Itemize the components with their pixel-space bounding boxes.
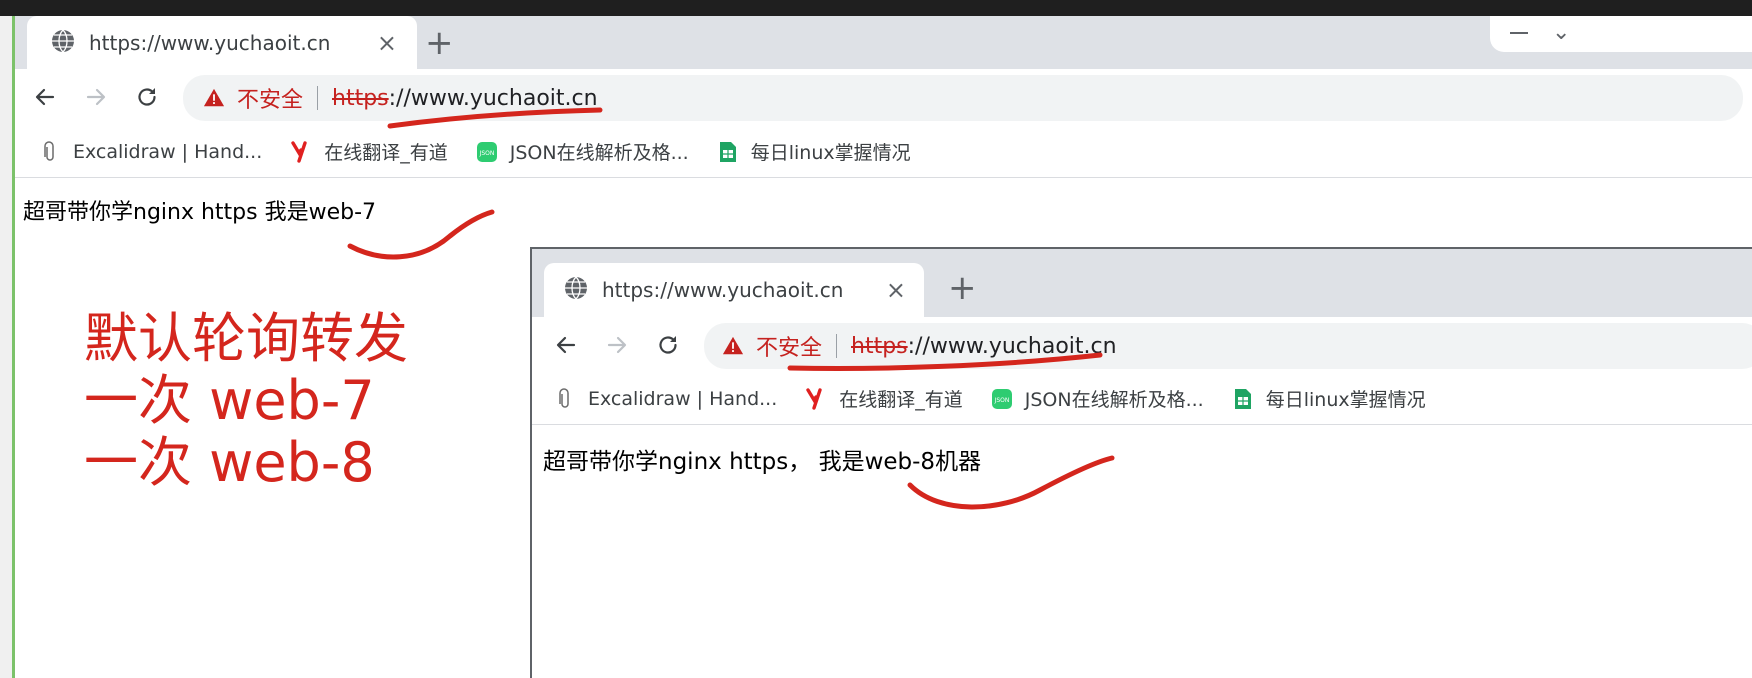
- forward-button[interactable]: [597, 325, 637, 365]
- url-scheme: https: [851, 333, 908, 359]
- reload-icon: [138, 88, 156, 106]
- back-button[interactable]: [25, 77, 65, 117]
- forward-arrow-icon: [607, 336, 627, 354]
- bookmark-label: 在线翻译_有道: [839, 389, 963, 411]
- bookmark-label: JSON在线解析及格...: [1024, 389, 1204, 411]
- globe-icon: [51, 29, 75, 57]
- new-tab-button[interactable]: +: [948, 271, 977, 305]
- globe-icon: [564, 276, 588, 304]
- tab-title: https://www.yuchaoit.cn: [602, 278, 844, 302]
- close-icon[interactable]: ×: [886, 278, 906, 302]
- tab-strip: https://www.yuchaoit.cn × +: [532, 249, 1752, 317]
- close-icon[interactable]: ×: [377, 31, 397, 55]
- bookmark-label: 在线翻译_有道: [324, 142, 448, 164]
- omnibox-separator: [836, 334, 838, 358]
- annotation-line: 一次 web-7: [84, 369, 375, 432]
- bookmark-label: Excalidraw | Hand...: [73, 140, 263, 163]
- url-host: ://www.yuchaoit.cn: [907, 333, 1117, 359]
- tab-active[interactable]: https://www.yuchaoit.cn ×: [27, 16, 417, 69]
- bookmark-excalidraw[interactable]: Excalidraw | Hand...: [554, 388, 777, 410]
- annotation-line: 一次 web-8: [84, 431, 375, 494]
- warning-icon: [722, 336, 744, 355]
- reload-button[interactable]: [127, 77, 167, 117]
- paperclip-icon: [554, 387, 576, 410]
- bookmark-excalidraw[interactable]: Excalidraw | Hand...: [39, 141, 262, 163]
- bookmark-linux-sheet[interactable]: 每日linux掌握情况: [717, 138, 911, 165]
- browser-toolbar: 不安全 https://www.yuchaoit.cn: [15, 69, 1752, 126]
- minimize-icon[interactable]: [1510, 32, 1528, 34]
- json-icon: JSON: [476, 141, 498, 163]
- bookmark-label: 每日linux掌握情况: [1265, 389, 1426, 411]
- back-arrow-icon: [35, 88, 55, 106]
- sheets-icon: [717, 141, 739, 163]
- bookmark-youdao[interactable]: 在线翻译_有道: [290, 138, 448, 165]
- browser-window-front: https://www.yuchaoit.cn × + 不安全 https://…: [530, 247, 1752, 678]
- window-controls: ⌄: [1490, 16, 1752, 52]
- url-text[interactable]: https://www.yuchaoit.cn: [332, 86, 598, 111]
- youdao-icon: [805, 387, 827, 410]
- not-secure-label[interactable]: 不安全: [756, 330, 822, 362]
- youdao-icon: [290, 140, 312, 163]
- screenshot-stage: https://www.yuchaoit.cn × + ⌄ 不安全 https:…: [0, 0, 1752, 678]
- annotation-text: 默认轮询转发 一次 web-7 一次 web-8: [84, 308, 408, 494]
- bookmarks-bar: Excalidraw | Hand... 在线翻译_有道 JSON JSON在线…: [532, 373, 1752, 425]
- svg-text:JSON: JSON: [993, 397, 1009, 404]
- back-button[interactable]: [546, 325, 586, 365]
- back-arrow-icon: [556, 336, 576, 354]
- bookmark-json[interactable]: JSON JSON在线解析及格...: [476, 138, 689, 165]
- url-scheme: https: [332, 85, 389, 111]
- forward-arrow-icon: [86, 88, 106, 106]
- annotation-line: 默认轮询转发: [84, 307, 408, 370]
- not-secure-label[interactable]: 不安全: [237, 82, 303, 114]
- address-bar[interactable]: 不安全 https://www.yuchaoit.cn: [183, 75, 1743, 121]
- tab-strip: https://www.yuchaoit.cn × + ⌄: [15, 16, 1752, 69]
- json-icon: JSON: [991, 388, 1013, 410]
- bookmark-label: Excalidraw | Hand...: [588, 387, 778, 410]
- url-text[interactable]: https://www.yuchaoit.cn: [851, 334, 1117, 359]
- paperclip-icon: [39, 140, 61, 163]
- svg-text:JSON: JSON: [478, 150, 494, 157]
- browser-toolbar: 不安全 https://www.yuchaoit.cn: [532, 317, 1752, 373]
- bookmark-label: 每日linux掌握情况: [750, 142, 911, 164]
- reload-icon: [659, 336, 677, 354]
- tab-active[interactable]: https://www.yuchaoit.cn ×: [544, 263, 924, 317]
- os-top-bar: [0, 0, 1752, 16]
- new-tab-button[interactable]: +: [425, 26, 454, 60]
- page-content-text: 超哥带你学nginx https 我是web-7: [23, 200, 377, 225]
- omnibox-separator: [317, 86, 319, 110]
- page-content-text: 超哥带你学nginx https， 我是web-8机器: [543, 449, 982, 475]
- bookmark-youdao[interactable]: 在线翻译_有道: [805, 385, 963, 412]
- bookmark-json[interactable]: JSON JSON在线解析及格...: [991, 385, 1204, 412]
- address-bar[interactable]: 不安全 https://www.yuchaoit.cn: [704, 323, 1752, 369]
- reload-button[interactable]: [648, 325, 688, 365]
- url-host: ://www.yuchaoit.cn: [388, 85, 598, 111]
- chevron-down-icon[interactable]: ⌄: [1552, 22, 1570, 44]
- tab-title: https://www.yuchaoit.cn: [89, 30, 331, 55]
- warning-icon: [203, 88, 225, 107]
- forward-button[interactable]: [76, 77, 116, 117]
- bookmarks-bar: Excalidraw | Hand... 在线翻译_有道 JSON JSON在线…: [15, 126, 1752, 178]
- left-background-strip: [0, 16, 12, 678]
- bookmark-label: JSON在线解析及格...: [509, 142, 689, 164]
- bookmark-linux-sheet[interactable]: 每日linux掌握情况: [1232, 385, 1426, 412]
- sheets-icon: [1232, 388, 1254, 410]
